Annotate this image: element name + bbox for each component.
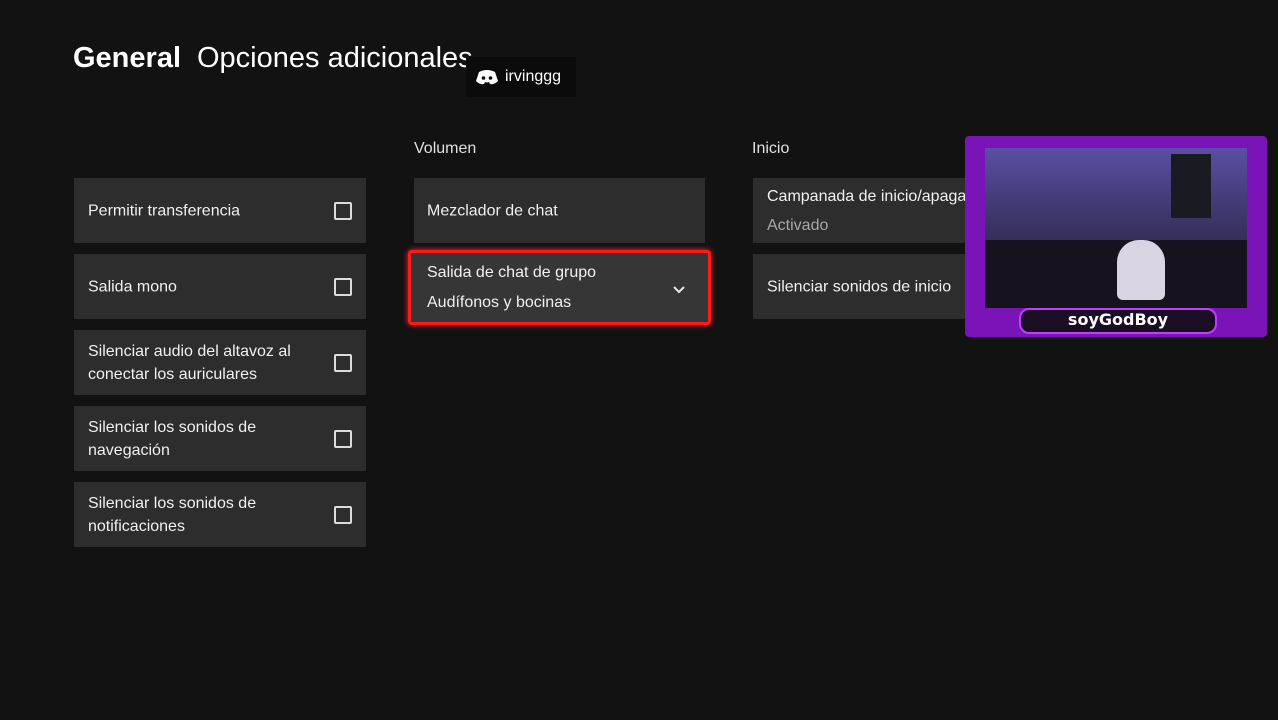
mute-navigation-sounds-checkbox[interactable] <box>334 429 352 448</box>
permit-transfer-toggle[interactable]: Permitir transferencia <box>74 178 366 243</box>
webcam-overlay: soyGodBoy <box>965 136 1267 337</box>
start-section-label: Inicio <box>752 140 790 157</box>
mono-output-checkbox[interactable] <box>334 277 352 296</box>
chat-mixer-button[interactable]: Mezclador de chat <box>414 178 705 243</box>
webcam-feed <box>985 148 1247 308</box>
mute-navigation-sounds-label: Silenciar los sonidos de navegación <box>88 418 257 459</box>
startup-chime-value: Activado <box>767 217 829 234</box>
permit-transfer-checkbox[interactable] <box>334 201 352 220</box>
poster-decoration <box>1171 154 1211 218</box>
volume-section-label: Volumen <box>414 140 477 157</box>
mute-startup-sounds-label: Silenciar sonidos de inicio <box>767 278 952 295</box>
mono-output-label: Salida mono <box>88 278 177 295</box>
permit-transfer-label: Permitir transferencia <box>88 202 241 219</box>
group-chat-output-label: Salida de chat de grupo <box>427 264 597 281</box>
desk-decoration <box>985 240 1247 308</box>
mute-notification-sounds-label: Silenciar los sonidos de notificaciones <box>88 494 257 535</box>
mute-speaker-label: Silenciar audio del altavoz al conectar … <box>88 342 291 383</box>
discord-username: irvinggg <box>505 68 562 85</box>
page-title: General <box>73 42 181 74</box>
mono-output-toggle[interactable]: Salida mono <box>74 254 366 319</box>
chevron-down-icon <box>672 282 686 300</box>
mute-notification-sounds-checkbox[interactable] <box>334 505 352 524</box>
mute-speaker-checkbox[interactable] <box>334 353 352 372</box>
mute-speaker-toggle[interactable]: Silenciar audio del altavoz al conectar … <box>74 330 366 395</box>
streamer-figure <box>1117 240 1165 300</box>
streamer-name-plate: soyGodBoy <box>1019 308 1217 334</box>
group-chat-output-value: Audífonos y bocinas <box>427 294 572 311</box>
startup-chime-button[interactable]: Campanada de inicio/apaga Activado <box>753 178 993 243</box>
group-chat-output-dropdown[interactable]: Salida de chat de grupo Audífonos y boci… <box>408 250 711 325</box>
mute-startup-sounds-button[interactable]: Silenciar sonidos de inicio <box>753 254 993 319</box>
startup-chime-label: Campanada de inicio/apaga <box>767 188 967 205</box>
discord-overlay: irvinggg <box>466 57 576 97</box>
discord-icon <box>475 69 499 90</box>
page-subtitle: Opciones adicionales <box>197 42 473 74</box>
mute-notification-sounds-toggle[interactable]: Silenciar los sonidos de notificaciones <box>74 482 366 547</box>
chat-mixer-label: Mezclador de chat <box>427 202 558 219</box>
mute-navigation-sounds-toggle[interactable]: Silenciar los sonidos de navegación <box>74 406 366 471</box>
